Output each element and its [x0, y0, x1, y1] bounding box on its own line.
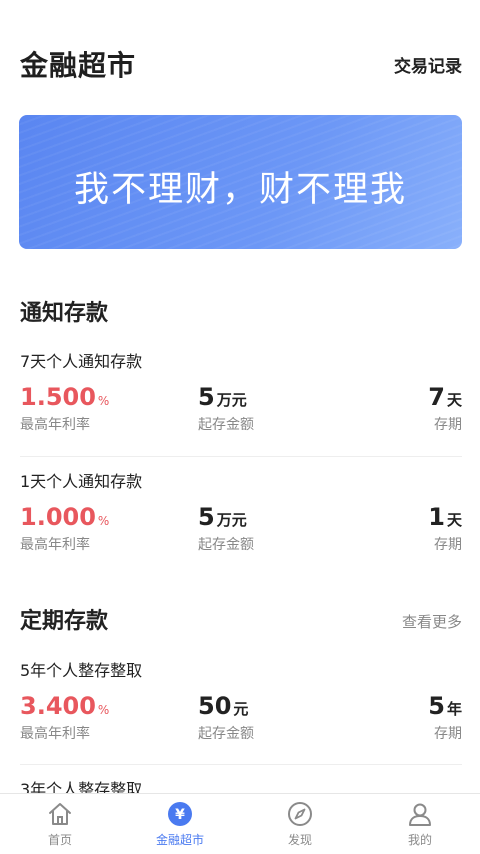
min-amount-unit: 万元	[216, 511, 247, 529]
view-more-link[interactable]: 查看更多	[402, 611, 462, 632]
tab-mine[interactable]: 我的	[360, 794, 480, 854]
term-caption: 存期	[434, 726, 462, 742]
min-amount-caption: 起存金额	[198, 417, 254, 433]
home-icon	[49, 803, 71, 825]
product-card[interactable]: 5年个人整存整取 3.400% 最高年利率 50 元 起存金额 5年 存期	[20, 657, 462, 753]
tab-discover[interactable]: 发现	[240, 794, 360, 854]
compass-icon	[288, 802, 312, 826]
yen-icon: ¥	[168, 802, 192, 826]
banner-text: 我不理财，财不理我	[73, 170, 407, 210]
rate-caption: 最高年利率	[20, 537, 90, 553]
user-icon	[409, 803, 431, 826]
term-metric: 1天 存期	[428, 502, 462, 554]
min-amount-value: 5	[198, 503, 215, 531]
term-metric: 7天 存期	[428, 382, 462, 434]
min-amount-unit: 元	[233, 700, 249, 718]
term-unit: 天	[446, 391, 462, 409]
rate-unit: %	[97, 514, 110, 528]
product-card[interactable]: 1天个人通知存款 1.000% 最高年利率 5 万元 起存金额 1天 存期	[20, 468, 462, 564]
tab-finance-market[interactable]: ¥ 金融超市	[120, 794, 240, 854]
term-caption: 存期	[434, 537, 462, 553]
term-unit: 天	[446, 511, 462, 529]
term-caption: 存期	[434, 417, 462, 433]
tab-label: 发现	[287, 833, 312, 847]
bottom-tab-bar: 首页 ¥ 金融超市 发现 我的	[0, 793, 480, 854]
tab-label: 金融超市	[155, 833, 204, 847]
min-amount-metric: 50 元 起存金额	[198, 691, 254, 743]
header: 金融超市 交易记录	[0, 0, 480, 100]
min-amount-metric: 5 万元 起存金额	[198, 502, 254, 554]
tab-home[interactable]: 首页	[0, 794, 120, 854]
min-amount-metric: 5 万元 起存金额	[198, 382, 254, 434]
rate-unit: %	[97, 703, 110, 717]
rate-metric: 3.400% 最高年利率	[20, 691, 109, 743]
min-amount-value: 50	[198, 692, 232, 720]
product-name: 7天个人通知存款	[20, 352, 143, 371]
trade-record-link[interactable]: 交易记录	[394, 52, 462, 77]
term-metric: 5年 存期	[428, 691, 462, 743]
rate-value: 1.500	[20, 383, 96, 411]
min-amount-unit: 万元	[216, 391, 247, 409]
rate-metric: 1.000% 最高年利率	[20, 502, 109, 554]
section-title-notice-deposit: 通知存款	[20, 301, 109, 326]
rate-caption: 最高年利率	[20, 417, 90, 433]
min-amount-caption: 起存金额	[198, 537, 254, 553]
divider	[20, 456, 462, 457]
term-value: 1	[428, 503, 445, 531]
page-title: 金融超市	[20, 49, 137, 82]
product-card[interactable]: 7天个人通知存款 1.500% 最高年利率 5 万元 起存金额 7天 存期	[20, 348, 462, 444]
tab-label: 首页	[47, 833, 72, 847]
term-value: 5	[428, 692, 445, 720]
min-amount-value: 5	[198, 383, 215, 411]
term-value: 7	[428, 383, 445, 411]
term-unit: 年	[446, 700, 462, 718]
divider	[20, 764, 462, 765]
svg-text:¥: ¥	[175, 807, 185, 823]
promo-banner[interactable]: 我不理财，财不理我	[19, 115, 462, 249]
rate-value: 3.400	[20, 692, 96, 720]
product-name: 5年个人整存整取	[20, 661, 143, 680]
rate-value: 1.000	[20, 503, 96, 531]
rate-metric: 1.500% 最高年利率	[20, 382, 109, 434]
rate-unit: %	[97, 394, 110, 408]
min-amount-caption: 起存金额	[198, 726, 254, 742]
section-title-fixed-deposit: 定期存款	[20, 609, 109, 634]
tab-label: 我的	[407, 833, 432, 847]
product-name: 1天个人通知存款	[20, 472, 143, 491]
rate-caption: 最高年利率	[20, 726, 90, 742]
